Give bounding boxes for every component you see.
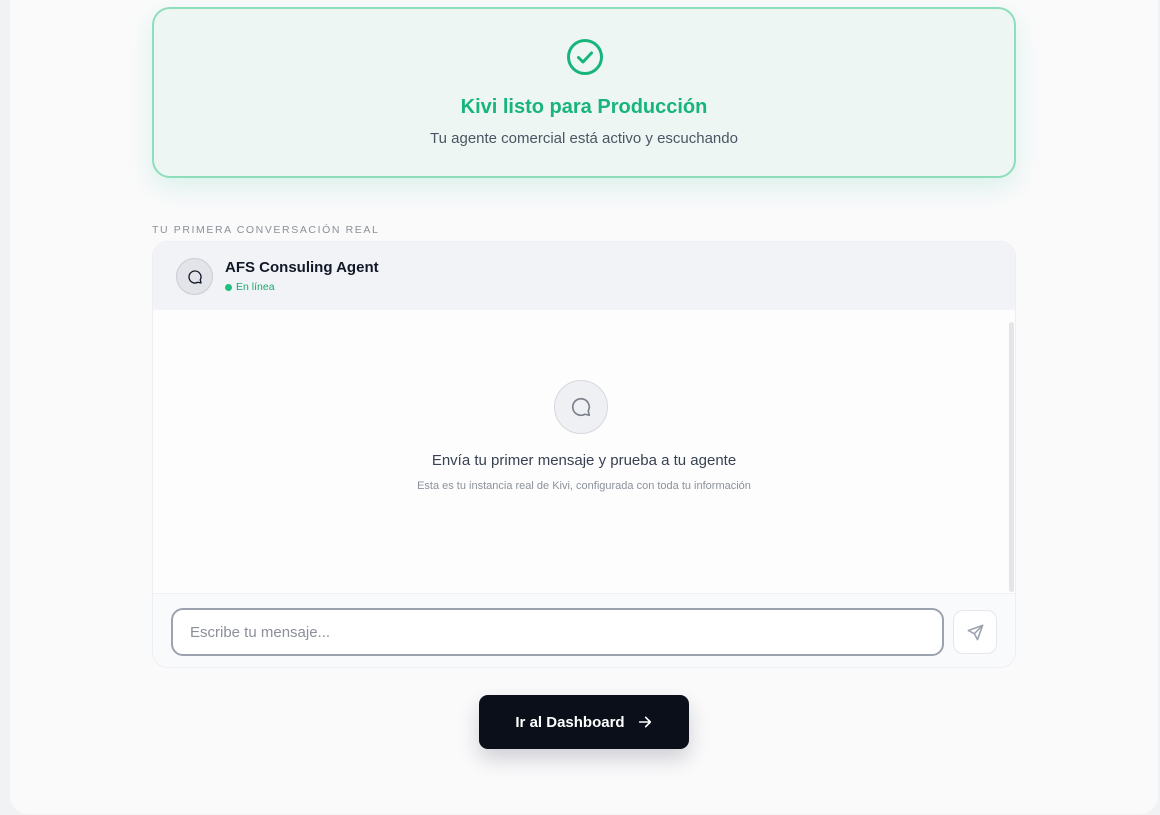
agent-status-label: En línea	[236, 281, 275, 293]
empty-state-icon-container	[554, 380, 608, 434]
online-status-dot	[225, 283, 232, 291]
chat-bubble-icon	[571, 397, 591, 417]
chat-bubble-icon	[187, 269, 202, 284]
production-ready-card: Kivi listo para Producción Tu agente com…	[152, 7, 1016, 178]
success-subtitle: Tu agente comercial está activo y escuch…	[430, 130, 738, 147]
agent-avatar	[176, 258, 213, 295]
send-icon	[967, 624, 983, 640]
success-title: Kivi listo para Producción	[460, 96, 708, 118]
agent-name: AFS Consuling Agent	[225, 259, 379, 276]
agent-status: En línea	[225, 281, 275, 293]
send-button[interactable]	[953, 610, 997, 654]
empty-state-title: Envía tu primer mensaje y prueba a tu ag…	[431, 452, 737, 469]
arrow-right-icon	[638, 716, 651, 728]
chat-panel: AFS Consuling Agent En línea Envía tu pr…	[152, 241, 1016, 668]
empty-state-subtitle: Esta es tu instancia real de Kivi, confi…	[417, 480, 751, 492]
check-circle-icon	[567, 39, 603, 75]
go-to-dashboard-button[interactable]: Ir al Dashboard	[479, 695, 689, 749]
messages-area[interactable]: Envía tu primer mensaje y prueba a tu ag…	[153, 310, 1015, 593]
dashboard-button-label: Ir al Dashboard	[515, 713, 625, 731]
message-input[interactable]	[171, 608, 944, 656]
message-composer	[153, 593, 1015, 667]
conversation-section-label: TU PRIMERA CONVERSACIÓN REAL	[152, 224, 380, 236]
chat-header: AFS Consuling Agent En línea	[153, 242, 1015, 310]
